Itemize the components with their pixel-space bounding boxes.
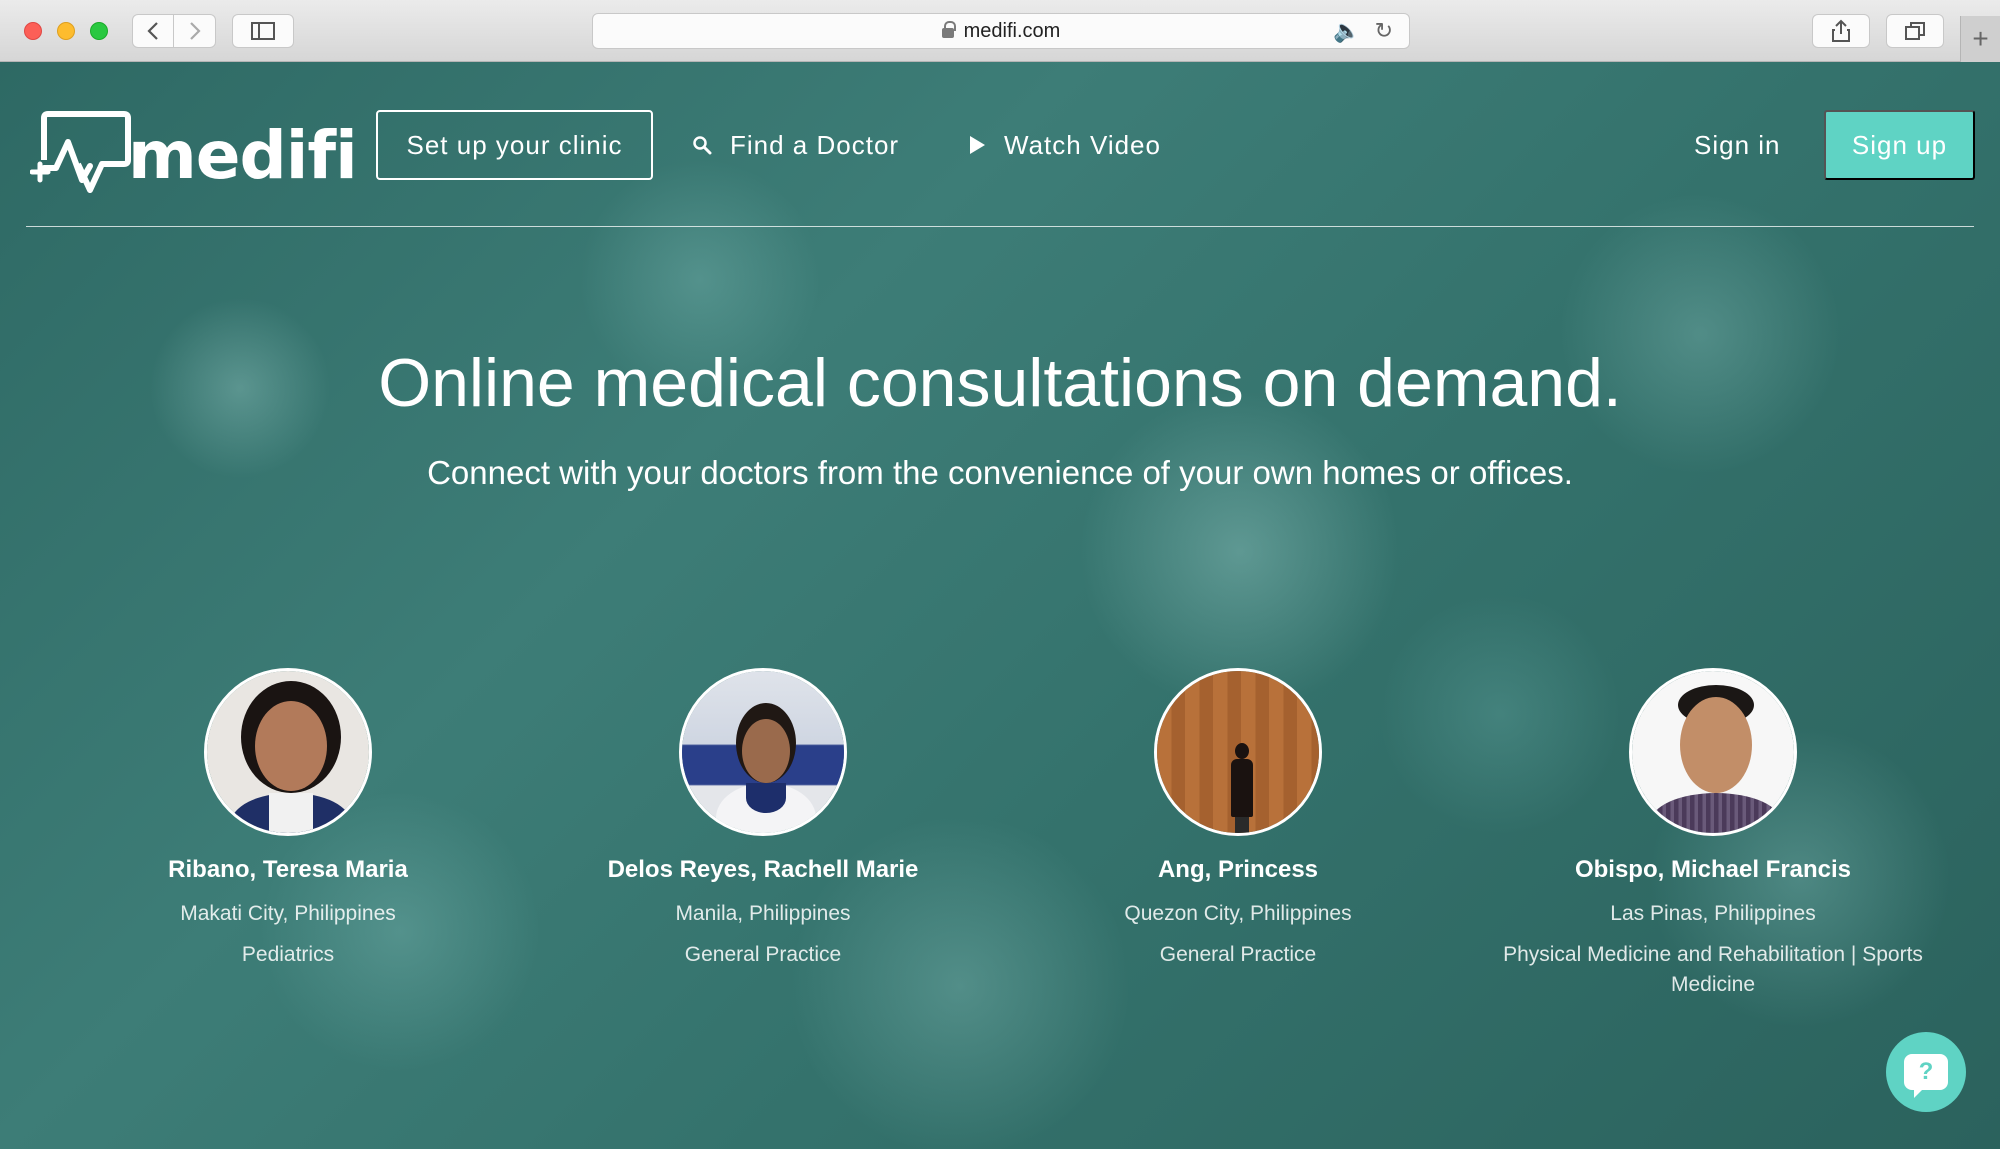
- doctor-card[interactable]: Obispo, Michael Francis Las Pinas, Phili…: [1483, 668, 1943, 1000]
- url-text: medifi.com: [963, 19, 1061, 42]
- share-icon: [1832, 19, 1850, 42]
- doctor-card[interactable]: Delos Reyes, Rachell Marie Manila, Phili…: [533, 668, 993, 970]
- lock-icon: [941, 21, 956, 38]
- tabs-icon: [1905, 22, 1925, 40]
- doctor-name[interactable]: Delos Reyes, Rachell Marie: [533, 856, 993, 884]
- chevron-left-icon: [147, 22, 158, 40]
- help-icon-text: ?: [1918, 1058, 1934, 1085]
- find-doctor-label: Find a Doctor: [730, 129, 900, 160]
- doctor-card[interactable]: Ang, Princess Quezon City, Philippines G…: [1008, 668, 1468, 970]
- play-icon: [968, 135, 986, 155]
- doctor-location: Makati City, Philippines: [180, 902, 396, 925]
- hero-subtitle: Connect with your doctors from the conve…: [427, 454, 1573, 491]
- forward-button[interactable]: [174, 14, 216, 48]
- medifi-logo[interactable]: medifi: [30, 110, 358, 200]
- share-button[interactable]: [1812, 14, 1870, 48]
- doctor-name[interactable]: Ribano, Teresa Maria: [58, 856, 518, 884]
- new-tab-button[interactable]: +: [1960, 16, 2000, 62]
- sign-up-button[interactable]: Sign up: [1824, 110, 1975, 180]
- logo-text: medifi: [128, 116, 358, 194]
- plus-icon: +: [1972, 23, 1989, 54]
- search-icon: [692, 135, 712, 155]
- reload-icon[interactable]: ↻: [1375, 18, 1393, 44]
- help-chat-button[interactable]: ?: [1886, 1032, 1966, 1112]
- watch-video-label: Watch Video: [1004, 129, 1161, 160]
- zoom-window-button[interactable]: [90, 22, 108, 40]
- find-doctor-link[interactable]: Find a Doctor: [692, 110, 899, 180]
- speaker-icon[interactable]: 🔈: [1333, 18, 1360, 44]
- sidebar-icon: [251, 22, 275, 40]
- doctor-avatar[interactable]: [204, 668, 372, 836]
- doctor-location: Quezon City, Philippines: [1124, 902, 1352, 925]
- heartbeat-logo-icon: [30, 111, 131, 193]
- doctor-location: Manila, Philippines: [675, 902, 851, 925]
- tabs-overview-button[interactable]: [1886, 14, 1944, 48]
- doctor-specialty: General Practice: [684, 943, 842, 966]
- help-icon: ?: [1904, 1054, 1948, 1098]
- back-button[interactable]: [132, 14, 174, 48]
- doctor-specialty: Physical Medicine and Rehabilitation | S…: [1503, 943, 1923, 996]
- doctor-name[interactable]: Obispo, Michael Francis: [1483, 856, 1943, 884]
- setup-clinic-button[interactable]: Set up your clinic: [376, 110, 653, 180]
- minimize-window-button[interactable]: [57, 22, 75, 40]
- close-window-button[interactable]: [24, 22, 42, 40]
- doctor-specialty: Pediatrics: [241, 943, 335, 966]
- browser-toolbar: medifi.com 🔈 ↻ +: [0, 0, 2000, 62]
- page-viewport: medifi Set up your clinic Find a Doctor …: [0, 62, 2000, 1149]
- doctor-card[interactable]: Ribano, Teresa Maria Makati City, Philip…: [58, 668, 518, 970]
- doctor-avatar[interactable]: [1629, 668, 1797, 836]
- header-divider: [26, 226, 1974, 227]
- chevron-right-icon: [189, 22, 201, 40]
- sign-in-link[interactable]: Sign in: [1694, 110, 1781, 180]
- doctor-specialty: General Practice: [1159, 943, 1317, 966]
- doctor-name[interactable]: Ang, Princess: [1008, 856, 1468, 884]
- doctor-avatar[interactable]: [679, 668, 847, 836]
- address-bar[interactable]: medifi.com 🔈 ↻: [592, 13, 1410, 49]
- sidebar-toggle-button[interactable]: [232, 14, 294, 48]
- doctor-location: Las Pinas, Philippines: [1610, 902, 1816, 925]
- doctor-avatar[interactable]: [1154, 668, 1322, 836]
- watch-video-link[interactable]: Watch Video: [968, 110, 1161, 180]
- hero-title: Online medical consultations on demand.: [378, 345, 1622, 421]
